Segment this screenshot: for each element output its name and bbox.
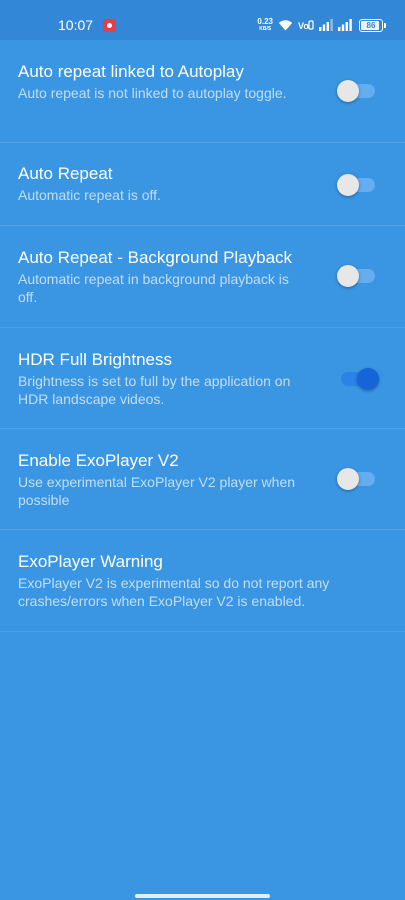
- toggle-knob: [337, 468, 359, 490]
- battery-level: 86: [366, 20, 376, 30]
- signal-icon-2: [338, 19, 352, 31]
- setting-auto-repeat-linked-autoplay[interactable]: Auto repeat linked to Autoplay Auto repe…: [0, 40, 405, 143]
- volte-icon: Vo: [298, 19, 314, 31]
- setting-title: HDR Full Brightness: [18, 350, 172, 369]
- hdr-full-brightness-toggle[interactable]: [341, 368, 379, 390]
- auto-repeat-linked-toggle[interactable]: [337, 80, 375, 102]
- setting-enable-exoplayer-v2[interactable]: Enable ExoPlayer V2 Use experimental Exo…: [0, 429, 405, 530]
- network-speed: 0.23 KB/S: [257, 17, 273, 33]
- status-time: 10:07: [58, 17, 94, 33]
- setting-auto-repeat-background[interactable]: Auto Repeat - Background Playback Automa…: [0, 226, 405, 328]
- setting-title: Auto Repeat - Background Playback: [18, 248, 293, 267]
- toggle-knob: [337, 174, 359, 196]
- toggle-knob: [337, 80, 359, 102]
- svg-text:Vo: Vo: [298, 21, 309, 31]
- wifi-icon: [278, 20, 293, 31]
- enable-exoplayer-v2-toggle[interactable]: [337, 468, 375, 490]
- setting-title: ExoPlayer Warning: [18, 552, 163, 571]
- setting-title: Auto repeat linked to Autoplay: [18, 62, 244, 81]
- setting-auto-repeat[interactable]: Auto Repeat Automatic repeat is off.: [0, 143, 405, 226]
- signal-icon-1: [319, 19, 333, 31]
- setting-summary: ExoPlayer V2 is experimental so do not r…: [18, 575, 330, 609]
- auto-repeat-toggle[interactable]: [337, 174, 375, 196]
- network-speed-value: 0.23: [257, 17, 273, 26]
- setting-title: Enable ExoPlayer V2: [18, 451, 179, 470]
- settings-list: Auto repeat linked to Autoplay Auto repe…: [0, 40, 405, 632]
- setting-summary: Brightness is set to full by the applica…: [18, 373, 291, 407]
- battery-icon: 86: [359, 18, 386, 32]
- setting-title: Auto Repeat: [18, 164, 113, 183]
- setting-summary: Automatic repeat in background playback …: [18, 271, 289, 305]
- setting-summary: Auto repeat is not linked to autoplay to…: [18, 85, 287, 101]
- setting-hdr-full-brightness[interactable]: HDR Full Brightness Brightness is set to…: [0, 328, 405, 429]
- home-indicator[interactable]: [135, 894, 270, 898]
- setting-summary: Use experimental ExoPlayer V2 player whe…: [18, 474, 296, 508]
- status-icons: 0.23 KB/S Vo 86: [257, 16, 386, 34]
- screen-record-icon: [103, 19, 116, 32]
- toggle-knob: [357, 368, 379, 390]
- auto-repeat-background-toggle[interactable]: [337, 265, 375, 287]
- toggle-knob: [337, 265, 359, 287]
- setting-exoplayer-warning[interactable]: ExoPlayer Warning ExoPlayer V2 is experi…: [0, 530, 405, 632]
- status-bar: 10:07 0.23 KB/S Vo 86: [0, 0, 405, 40]
- network-speed-unit: KB/S: [259, 26, 272, 32]
- setting-summary: Automatic repeat is off.: [18, 187, 161, 203]
